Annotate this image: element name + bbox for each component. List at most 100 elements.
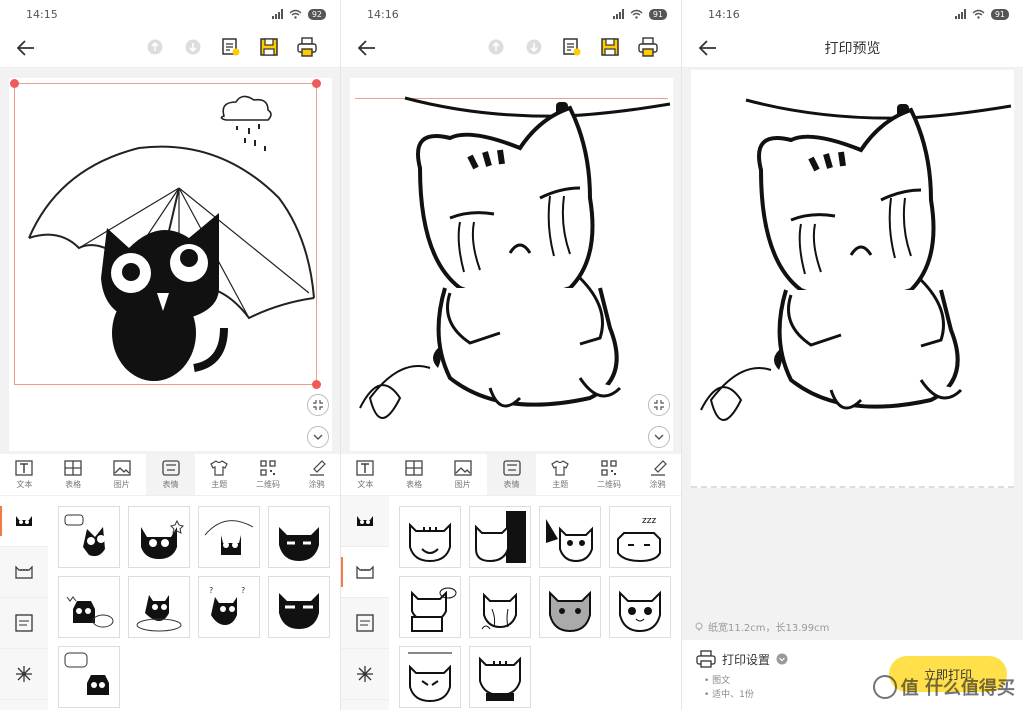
template-button[interactable] <box>218 34 244 60</box>
svg-text:?: ? <box>241 586 245 595</box>
watermark: 值 什么值得买 <box>872 674 1015 700</box>
print-preview-paper <box>691 70 1014 488</box>
fit-button[interactable] <box>648 394 670 416</box>
tabby-cat-icon <box>15 565 33 579</box>
template-button[interactable] <box>559 34 585 60</box>
tab-text[interactable]: 文本 <box>341 454 390 495</box>
tab-qrcode[interactable]: 二维码 <box>585 454 634 495</box>
paper-size-info: 纸宽11.2cm，长13.99cm <box>694 619 829 634</box>
sticker-panel: ?? <box>0 496 340 710</box>
tab-image[interactable]: 图片 <box>97 454 146 495</box>
selection-handle[interactable] <box>10 79 19 88</box>
save-button[interactable] <box>597 34 623 60</box>
undo-button[interactable] <box>483 34 509 60</box>
status-bar: 14:16 91 <box>682 0 1023 28</box>
category-snowflake[interactable] <box>0 649 48 700</box>
black-cat-icon <box>357 516 373 526</box>
sticker-thumbnail[interactable] <box>268 576 330 638</box>
undo-button[interactable] <box>142 34 168 60</box>
sticker-thumbnail[interactable] <box>399 646 461 708</box>
tab-doodle[interactable]: 涂鸦 <box>633 454 681 495</box>
sticker-thumbnail[interactable] <box>58 576 120 638</box>
sticker-icon <box>161 459 180 476</box>
tab-text[interactable]: 文本 <box>0 454 49 495</box>
category-text[interactable] <box>0 598 48 649</box>
battery-icon: 91 <box>648 8 667 20</box>
category-black-cat[interactable] <box>0 496 48 547</box>
tab-doodle[interactable]: 涂鸦 <box>292 454 340 495</box>
status-time: 14:15 <box>26 7 58 21</box>
selection-handle[interactable] <box>312 79 321 88</box>
battery-icon: 91 <box>990 8 1009 20</box>
watermark-logo-icon <box>872 675 897 699</box>
category-snowflake[interactable] <box>341 649 389 700</box>
sticker-thumbnail[interactable] <box>268 506 330 568</box>
category-tabby-cat[interactable] <box>341 547 389 598</box>
signal-icon <box>271 9 283 19</box>
svg-text:?: ? <box>209 586 213 595</box>
signal-icon <box>954 9 966 19</box>
category-black-cat[interactable] <box>341 496 389 547</box>
svg-text:zzz: zzz <box>642 516 656 526</box>
battery-icon: 92 <box>307 8 326 20</box>
print-canvas[interactable] <box>350 78 673 451</box>
print-settings-row[interactable]: 打印设置 <box>696 650 788 668</box>
sticker-thumbnail[interactable] <box>58 506 120 568</box>
save-button[interactable] <box>256 34 282 60</box>
tab-image[interactable]: 图片 <box>438 454 487 495</box>
print-button[interactable] <box>294 34 320 60</box>
category-tabby-cat[interactable] <box>0 547 48 598</box>
wifi-icon <box>289 9 302 19</box>
sticker-thumbnail[interactable] <box>469 506 531 568</box>
tab-table[interactable]: 表格 <box>390 454 439 495</box>
sticker-thumbnail[interactable] <box>539 576 601 638</box>
print-canvas[interactable] <box>9 78 332 451</box>
sticker-grid: zzz <box>389 496 681 710</box>
table-icon <box>64 459 82 476</box>
print-settings-summary: 图文 适中、1份 <box>704 674 754 702</box>
tab-qrcode[interactable]: 二维码 <box>244 454 293 495</box>
tab-theme[interactable]: 主题 <box>536 454 585 495</box>
tab-sticker[interactable]: 表情 <box>487 454 536 495</box>
sticker-thumbnail[interactable]: ?? <box>198 576 260 638</box>
tool-tab-bar: 文本 表格 图片 表情 主题 二维码 涂鸦 <box>0 454 340 496</box>
sticker-thumbnail[interactable] <box>399 576 461 638</box>
sticker-thumbnail[interactable] <box>58 646 120 708</box>
template-icon <box>222 38 240 56</box>
back-arrow-icon[interactable] <box>696 36 720 60</box>
chevron-down-icon <box>654 434 664 440</box>
back-arrow-icon[interactable] <box>14 36 38 60</box>
screen-editor-2: 14:16 91 文本 表格 图片 表情 主题 二维码 涂鸦 zzz <box>341 0 682 710</box>
tab-table[interactable]: 表格 <box>49 454 98 495</box>
sticker-thumbnail[interactable] <box>399 506 461 568</box>
undo-icon <box>488 39 504 55</box>
sticker-thumbnail[interactable] <box>198 506 260 568</box>
crying-cat-sticker[interactable] <box>350 88 673 448</box>
fit-button[interactable] <box>307 394 329 416</box>
category-text[interactable] <box>341 598 389 649</box>
collapse-button[interactable] <box>648 426 670 448</box>
undo-icon <box>147 39 163 55</box>
brush-icon <box>309 459 326 476</box>
back-arrow-icon[interactable] <box>355 36 379 60</box>
sticker-thumbnail[interactable] <box>469 646 531 708</box>
tab-theme[interactable]: 主题 <box>195 454 244 495</box>
collapse-button[interactable] <box>307 426 329 448</box>
redo-button[interactable] <box>521 34 547 60</box>
top-bar <box>0 28 340 68</box>
qrcode-icon <box>260 459 276 476</box>
sticker-thumbnail[interactable] <box>469 576 531 638</box>
tab-sticker[interactable]: 表情 <box>146 454 195 495</box>
sticker-thumbnail[interactable] <box>609 576 671 638</box>
shirt-icon <box>551 459 570 476</box>
template-icon <box>563 38 581 56</box>
sticker-thumbnail[interactable]: zzz <box>609 506 671 568</box>
redo-button[interactable] <box>180 34 206 60</box>
sticker-thumbnail[interactable] <box>128 506 190 568</box>
cat-umbrella-sticker[interactable] <box>19 88 319 388</box>
print-button[interactable] <box>635 34 661 60</box>
sticker-thumbnail[interactable] <box>539 506 601 568</box>
sticker-thumbnail[interactable] <box>128 576 190 638</box>
signal-icon <box>612 9 624 19</box>
sticker-icon <box>502 459 521 476</box>
